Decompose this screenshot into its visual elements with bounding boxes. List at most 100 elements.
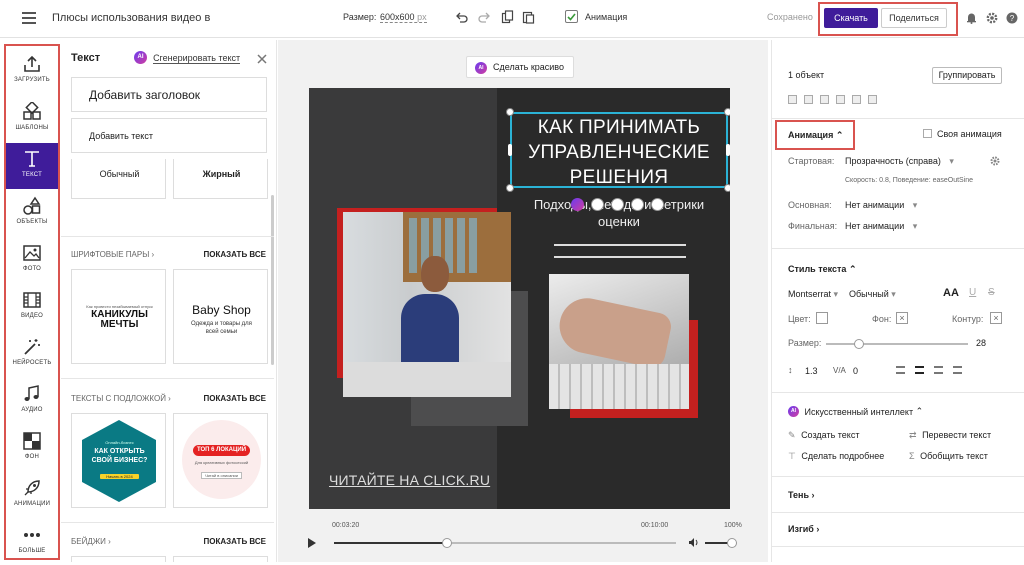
timeline-scrubber[interactable] bbox=[442, 538, 452, 548]
outline-color-swatch[interactable]: × bbox=[990, 312, 1002, 324]
own-animation-checkbox[interactable] bbox=[923, 129, 932, 138]
photo-man-at-desk[interactable] bbox=[343, 212, 511, 397]
redo-icon[interactable] bbox=[478, 11, 491, 24]
align-middle-v-icon[interactable] bbox=[852, 95, 861, 104]
bend-section-toggle[interactable]: Изгиб › bbox=[788, 524, 819, 534]
volume-icon[interactable] bbox=[688, 537, 700, 548]
tool-text[interactable]: ТЕКСТ bbox=[6, 143, 58, 189]
settings-gear-icon[interactable] bbox=[986, 12, 998, 24]
hamburger-menu-icon[interactable] bbox=[22, 12, 36, 24]
group-button[interactable]: Группировать bbox=[932, 67, 1002, 84]
volume-knob[interactable] bbox=[727, 538, 737, 548]
share-button[interactable]: Поделиться bbox=[881, 8, 947, 28]
text-color-swatch[interactable] bbox=[816, 312, 828, 324]
design-canvas[interactable]: КАК ПРИНИМАТЬ УПРАВЛЕНЧЕСКИЕ РЕШЕНИЯ Под… bbox=[309, 88, 730, 509]
ai-section-toggle[interactable]: AI Искусственный интеллект ⌃ bbox=[788, 406, 923, 418]
duplicate-icon[interactable] bbox=[611, 198, 624, 211]
download-button[interactable]: Скачать bbox=[824, 8, 878, 28]
size-value[interactable]: 600x600 px bbox=[380, 12, 427, 23]
project-title[interactable]: Плюсы использования видео в bbox=[52, 12, 210, 24]
badge-card-1[interactable] bbox=[71, 556, 166, 562]
own-animation-label[interactable]: Своя анимация bbox=[937, 129, 1002, 139]
font-family-select[interactable]: Montserrat ▾ bbox=[788, 289, 838, 300]
volume-track[interactable] bbox=[705, 538, 737, 548]
detail-text-action[interactable]: ⊤ Сделать подробнее bbox=[788, 451, 884, 462]
tool-animations[interactable]: АНИМАЦИИ bbox=[6, 472, 58, 518]
timeline-track[interactable] bbox=[334, 538, 676, 548]
animation-section-toggle[interactable]: Анимация ⌃ bbox=[788, 130, 843, 141]
align-bottom-icon[interactable] bbox=[868, 95, 877, 104]
style-bold-card[interactable]: Жирный bbox=[173, 159, 268, 199]
main-animation-select[interactable]: Нет анимации ▾ bbox=[845, 200, 917, 211]
handle-ml[interactable] bbox=[508, 144, 512, 156]
handle-br[interactable] bbox=[724, 184, 730, 192]
photo-hands-keyboard[interactable] bbox=[549, 274, 689, 409]
handle-bl[interactable] bbox=[506, 184, 514, 192]
zoom-level[interactable]: 100% bbox=[724, 522, 742, 529]
final-animation-select[interactable]: Нет анимации ▾ bbox=[845, 221, 917, 232]
text-style-section-toggle[interactable]: Стиль текста ⌃ bbox=[788, 264, 856, 275]
strikethrough-icon[interactable]: S bbox=[988, 287, 995, 298]
line-height-value[interactable]: 1.3 bbox=[805, 366, 818, 376]
tool-upload[interactable]: ЗАГРУЗИТЬ bbox=[6, 48, 58, 94]
start-animation-select[interactable]: Прозрачность (справа) ▾ bbox=[845, 156, 954, 167]
badges-show-all[interactable]: ПОКАЗАТЬ ВСЕ bbox=[204, 537, 266, 546]
tool-templates[interactable]: ШАБЛОНЫ bbox=[6, 96, 58, 142]
notification-bell-icon[interactable] bbox=[966, 12, 977, 24]
font-pair-card-2[interactable]: Baby Shop Одежда и товары для всей семьи bbox=[173, 269, 268, 364]
play-icon[interactable] bbox=[307, 537, 317, 549]
selected-title-text[interactable]: КАК ПРИНИМАТЬ УПРАВЛЕНЧЕСКИЕ РЕШЕНИЯ bbox=[510, 112, 728, 188]
help-question-icon[interactable]: ? bbox=[1006, 12, 1018, 24]
add-text-button[interactable]: Добавить текст bbox=[71, 118, 267, 153]
font-weight-select[interactable]: Обычный ▾ bbox=[849, 289, 896, 300]
font-size-slider[interactable] bbox=[826, 339, 968, 349]
copy-icon[interactable] bbox=[501, 10, 514, 24]
ai-mini-icon[interactable] bbox=[571, 198, 584, 211]
shadow-section-toggle[interactable]: Тень › bbox=[788, 490, 815, 500]
underline-icon[interactable]: U bbox=[969, 287, 976, 298]
align-text-right-icon[interactable] bbox=[934, 366, 943, 374]
bg-text-card-1[interactable]: Онлайн-бизнес КАК ОТКРЫТЬ СВОЙ БИЗНЕС? Н… bbox=[71, 413, 166, 508]
badge-card-2[interactable] bbox=[173, 556, 268, 562]
more-options-icon[interactable] bbox=[651, 198, 664, 211]
bg-text-card-2[interactable]: ТОП 6 ЛОКАЦИЙ Для креативных фотосессий … bbox=[173, 413, 268, 508]
align-left-icon[interactable] bbox=[788, 95, 797, 104]
bg-texts-show-all[interactable]: ПОКАЗАТЬ ВСЕ bbox=[204, 394, 266, 403]
beautify-button[interactable]: AI Сделать красиво bbox=[466, 56, 574, 78]
align-text-center-icon[interactable] bbox=[915, 366, 924, 374]
animation-settings-gear-icon[interactable] bbox=[990, 156, 1000, 166]
undo-icon[interactable] bbox=[455, 11, 468, 24]
style-normal-card[interactable]: Обычный bbox=[71, 159, 166, 199]
tool-more[interactable]: БОЛЬШЕ bbox=[6, 519, 58, 565]
handle-tr[interactable] bbox=[724, 108, 730, 116]
bg-texts-section-label[interactable]: ТЕКСТЫ С ПОДЛОЖКОЙ › bbox=[71, 394, 171, 403]
paste-icon[interactable] bbox=[522, 10, 535, 24]
font-size-value[interactable]: 28 bbox=[976, 338, 986, 348]
font-pairs-section-label[interactable]: ШРИФТОВЫЕ ПАРЫ › bbox=[71, 250, 154, 259]
align-center-h-icon[interactable] bbox=[804, 95, 813, 104]
close-icon[interactable] bbox=[257, 54, 267, 64]
background-color-swatch[interactable]: × bbox=[896, 312, 908, 324]
create-text-action[interactable]: ✎ Создать текст bbox=[788, 430, 859, 441]
align-text-justify-icon[interactable] bbox=[953, 366, 962, 374]
font-pairs-show-all[interactable]: ПОКАЗАТЬ ВСЕ bbox=[204, 250, 266, 259]
font-pair-card-1[interactable]: Как провести незабываемый отпуск КАНИКУЛ… bbox=[71, 269, 166, 364]
align-top-icon[interactable] bbox=[836, 95, 845, 104]
uppercase-toggle[interactable]: AA bbox=[943, 287, 959, 299]
animation-toggle-label[interactable]: Анимация bbox=[585, 12, 627, 22]
rotate-icon[interactable] bbox=[591, 198, 604, 211]
tool-background[interactable]: ФОН bbox=[6, 425, 58, 471]
tool-video[interactable]: ВИДЕО bbox=[6, 284, 58, 330]
tool-photo[interactable]: ФОТО bbox=[6, 237, 58, 283]
footer-link-text[interactable]: ЧИТАЙТЕ НА CLICK.RU bbox=[329, 472, 490, 488]
align-right-icon[interactable] bbox=[820, 95, 829, 104]
generate-text-button[interactable]: AI Сгенерировать текст bbox=[134, 51, 241, 67]
animation-checkbox[interactable] bbox=[565, 10, 578, 23]
handle-mr[interactable] bbox=[726, 144, 730, 156]
tool-objects[interactable]: ОБЪЕКТЫ bbox=[6, 190, 58, 236]
badges-section-label[interactable]: БЕЙДЖИ › bbox=[71, 537, 111, 546]
add-heading-button[interactable]: Добавить заголовок bbox=[71, 77, 267, 112]
align-text-left-icon[interactable] bbox=[896, 366, 905, 374]
delete-icon[interactable] bbox=[631, 198, 644, 211]
summarize-text-action[interactable]: Σ Обобщить текст bbox=[909, 451, 988, 461]
